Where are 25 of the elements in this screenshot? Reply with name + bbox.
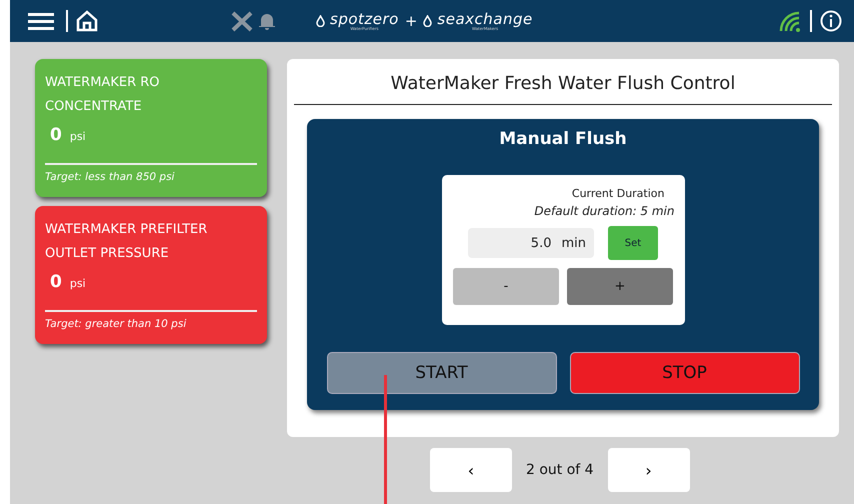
stop-button[interactable]: STOP <box>570 352 800 394</box>
sensor-card[interactable]: WATERMAKER PREFILTER OUTLET PRESSURE 0 psi Target: greater than 10 psi <box>35 206 267 344</box>
plus-sign: + <box>404 12 418 30</box>
decrease-button[interactable]: - <box>453 268 559 305</box>
next-button[interactable]: › <box>608 448 690 492</box>
target-text: Target: less than 850 psi <box>45 171 176 183</box>
pressure-value: 0 <box>50 272 62 292</box>
set-button[interactable]: Set <box>608 226 658 260</box>
unit-label: psi <box>70 277 86 290</box>
pressure-value: 0 <box>50 125 62 145</box>
brand-logo: seaxchange <box>437 12 533 26</box>
page-indicator: 2 out of 4 <box>526 462 594 478</box>
panel-title: WaterMaker Fresh Water Flush Control <box>294 69 832 105</box>
start-button[interactable]: START <box>326 352 556 394</box>
duration-field[interactable]: 5.0 min <box>468 228 594 258</box>
card-title: WATERMAKER PREFILTER OUTLET PRESSURE <box>45 221 208 263</box>
duration-label: Current Duration <box>570 187 664 200</box>
increase-button[interactable]: + <box>567 268 673 305</box>
brand-logo: spotzero <box>330 12 399 26</box>
default-duration-text: Default duration: 5 min <box>533 204 674 218</box>
previous-button[interactable]: ‹ <box>430 448 512 492</box>
target-text: Target: greater than 10 psi <box>45 318 188 330</box>
unit-label: psi <box>70 130 86 143</box>
section-title: Manual Flush <box>499 129 627 151</box>
card-title: WATERMAKER RO CONCENTRATE <box>45 74 160 116</box>
